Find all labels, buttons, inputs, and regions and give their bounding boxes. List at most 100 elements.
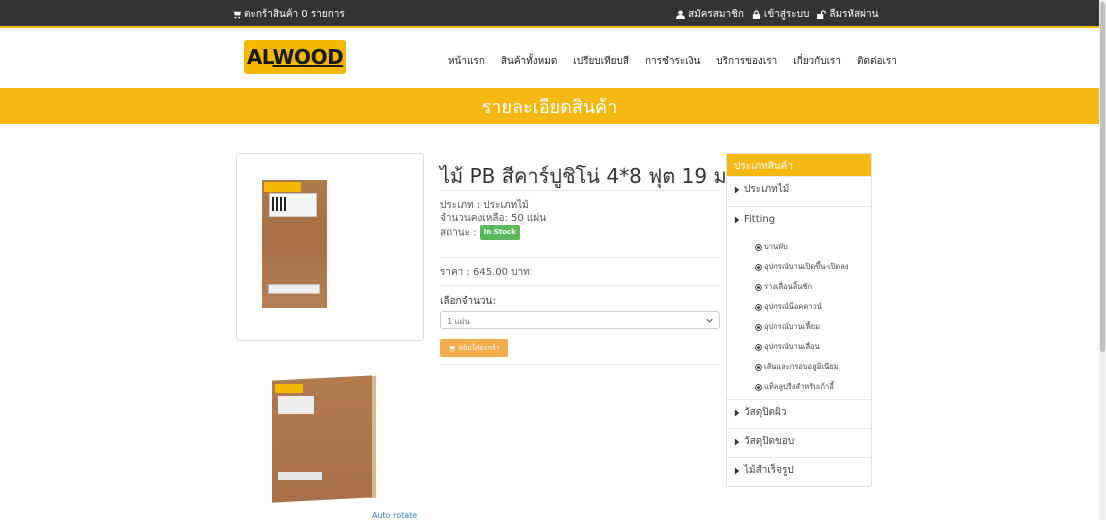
nav-contact[interactable]: ติดต่อเรา: [857, 54, 897, 69]
top-bar: ตะกร้าสินค้า 0 รายการ สมัครสมาชิก เข้าสู…: [0, 0, 1099, 28]
auto-rotate-link[interactable]: Auto rotate: [372, 511, 417, 520]
category-item-finished-wood[interactable]: ไม้สำเร็จรูป: [727, 457, 871, 483]
circle-dot-icon: [755, 343, 762, 351]
board-name-label: [268, 284, 320, 294]
circle-dot-icon: [755, 363, 762, 371]
product-price: ราคา : 645.00 บาท: [440, 267, 530, 278]
nav-home[interactable]: หน้าแรก: [448, 54, 485, 69]
board-face: [272, 375, 372, 503]
register-label: สมัครสมาชิก: [688, 9, 744, 20]
subcategory-label: บานพับ: [764, 242, 788, 251]
nav-services[interactable]: บริการของเรา: [716, 54, 777, 69]
product-3d-view[interactable]: [262, 372, 378, 507]
add-to-cart-button[interactable]: หยิบใส่ตะกร้า: [440, 339, 508, 357]
divider: [440, 364, 720, 365]
lock-icon: [752, 10, 761, 19]
logo-wood: WOOD: [272, 45, 344, 69]
subcategory-label: อุปกรณ์บานเลื่อน: [764, 342, 820, 351]
nav-compare-colors[interactable]: เปรียบเทียบสี: [573, 54, 629, 69]
divider: [440, 285, 720, 286]
chevron-right-icon: [734, 186, 740, 193]
cart-link[interactable]: ตะกร้าสินค้า 0 รายการ: [232, 7, 345, 22]
circle-dot-icon: [755, 243, 762, 251]
circle-dot-icon: [755, 263, 762, 271]
login-label: เข้าสู่ระบบ: [763, 9, 810, 20]
subcategory-label: แท็ลลูปรีงสำหรับเก้าอี้: [764, 382, 834, 391]
subcategory-hinge[interactable]: บานพับ: [755, 241, 788, 253]
category-item-fitting[interactable]: Fitting: [727, 206, 871, 232]
subcategory-label: รางเลื่อนลิ้นชัก: [764, 282, 813, 291]
user-icon: [676, 10, 685, 19]
category-label: Fitting: [744, 214, 776, 225]
page-scrollbar[interactable]: [1099, 0, 1106, 520]
unlock-icon: [817, 10, 827, 19]
category-label: วัสดุปิดผิว: [744, 407, 787, 418]
product-title: ไม้ PB สีคาร์ปูชิโน่ 4*8 ฟุต 19 ม.ม.: [440, 164, 753, 188]
product-status: สถานะ : In Stock: [440, 225, 546, 240]
nav-payment[interactable]: การชำระเงิน: [645, 54, 700, 69]
circle-dot-icon: [755, 383, 762, 391]
quantity-label: เลือกจำนวน:: [440, 296, 496, 307]
logo-al: AL: [246, 45, 273, 69]
nav-all-products[interactable]: สินค้าทั้งหมด: [501, 54, 557, 69]
product-category: ประเภท : ประเภทไม้: [440, 200, 529, 211]
subcategory-label: อุปกรณ์บานเฟี้ยม: [764, 322, 821, 331]
board-brand-label: [264, 182, 301, 192]
category-item-edge-banding[interactable]: วัสดุปิดขอบ: [727, 428, 871, 454]
subcategory-drawer-slide[interactable]: รางเลื่อนลิ้นชัก: [755, 281, 812, 293]
product-stock: จำนวนคงเหลือ: 50 แผ่น: [440, 213, 547, 224]
board-name-label-3d: [278, 472, 322, 480]
subcategory-label: อุปกรณ์บานเปิดขึ้น-เปิดลง: [764, 262, 849, 271]
circle-dot-icon: [755, 283, 762, 291]
category-label: ไม้สำเร็จรูป: [744, 465, 794, 476]
subcategory-folding-door[interactable]: อุปกรณ์บานเฟี้ยม: [755, 321, 820, 333]
allwood-logo[interactable]: ALWOOD: [244, 40, 346, 74]
circle-dot-icon: [755, 303, 762, 311]
board-brand-label-3d: [275, 384, 303, 393]
cart-icon: [448, 345, 456, 352]
subcategory-chair-gas-lift[interactable]: แท็ลลูปรีงสำหรับเก้าอี้: [755, 381, 834, 393]
subcategory-sliding-door[interactable]: อุปกรณ์บานเลื่อน: [755, 341, 820, 353]
forgot-password-link[interactable]: ลืมรหัสผ่าน: [817, 7, 878, 22]
qr-code-icon: [272, 197, 286, 211]
nav-about[interactable]: เกี่ยวกับเรา: [793, 54, 841, 69]
add-to-cart-label: หยิบใส่ตะกร้า: [458, 343, 500, 352]
category-item-wood-type[interactable]: ประเภทไม้: [727, 176, 871, 202]
page-banner: รายละเอียดสินค้า: [0, 88, 1099, 124]
quantity-select[interactable]: 1 แผ่น: [440, 311, 720, 329]
cart-label: ตะกร้าสินค้า 0 รายการ: [244, 9, 345, 20]
login-link[interactable]: เข้าสู่ระบบ: [752, 7, 809, 22]
subcategory-label: อุปกรณ์น็อคดาวน์: [764, 302, 822, 311]
category-label: ประเภทไม้: [744, 184, 790, 195]
product-board-image: [262, 180, 327, 308]
main-nav: หน้าแรก สินค้าทั้งหมด เปรียบเทียบสี การช…: [448, 54, 897, 69]
scrollbar-thumb[interactable]: [1100, 2, 1105, 352]
topbar-accent-line: [0, 26, 1099, 28]
cart-icon: [232, 10, 241, 19]
board-qr-label: [269, 193, 317, 217]
divider: [440, 190, 720, 191]
chevron-right-icon: [734, 409, 740, 416]
subcategory-label: เส้นและกรอบอลูมิเนียม: [764, 362, 839, 371]
product-info: ประเภท : ประเภทไม้ จำนวนคงเหลือ: 50 แผ่น…: [440, 199, 546, 240]
register-link[interactable]: สมัครสมาชิก: [676, 7, 744, 22]
circle-dot-icon: [755, 323, 762, 331]
board-qr-label-3d: [278, 396, 314, 414]
chevron-down-icon: [706, 318, 713, 323]
status-label: สถานะ :: [440, 227, 480, 239]
status-badge: In Stock: [479, 225, 520, 240]
chevron-right-icon: [734, 467, 740, 474]
category-label: วัสดุปิดขอบ: [744, 436, 795, 447]
chevron-right-icon: [734, 216, 740, 223]
category-panel: ประเภทสินค้า ประเภทไม้ Fitting บานพับ อุ…: [726, 153, 872, 487]
quantity-selected-value: 1 แผ่น: [447, 317, 470, 326]
category-heading: ประเภทสินค้า: [727, 154, 871, 176]
page-title: รายละเอียดสินค้า: [481, 96, 618, 118]
forgot-password-label: ลืมรหัสผ่าน: [829, 9, 879, 20]
divider: [440, 257, 720, 258]
subcategory-knockdown[interactable]: อุปกรณ์น็อคดาวน์: [755, 301, 822, 313]
chevron-right-icon: [734, 438, 740, 445]
subcategory-lift-up[interactable]: อุปกรณ์บานเปิดขึ้น-เปิดลง: [755, 261, 849, 273]
subcategory-aluminium-frame[interactable]: เส้นและกรอบอลูมิเนียม: [755, 361, 839, 373]
category-item-surface-material[interactable]: วัสดุปิดผิว: [727, 399, 871, 425]
